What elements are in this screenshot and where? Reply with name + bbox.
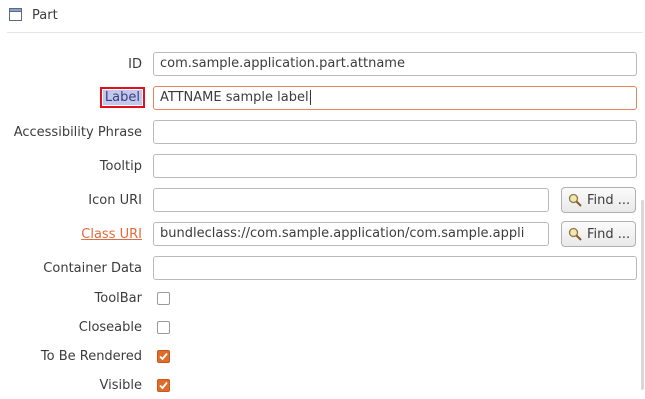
icon-uri-find-button[interactable]: Find ... [561, 187, 636, 213]
icon-uri-label: Icon URI [88, 193, 142, 208]
header-divider [7, 32, 643, 33]
accessibility-phrase-field[interactable] [153, 120, 637, 144]
class-uri-find-button[interactable]: Find ... [561, 221, 636, 247]
id-label: ID [128, 57, 142, 72]
toolbar-checkbox[interactable] [157, 292, 170, 305]
label-label: Label [99, 87, 146, 108]
part-title: Part [32, 8, 58, 23]
class-uri-find-label: Find ... [587, 226, 631, 242]
accessibility-phrase-label: Accessibility Phrase [13, 125, 142, 140]
window-icon [9, 8, 22, 21]
class-uri-link[interactable]: Class URI [81, 227, 142, 242]
visible-checkbox[interactable] [157, 379, 170, 392]
label-field-value: ATTNAME sample label [160, 90, 309, 105]
tooltip-label: Tooltip [99, 159, 142, 174]
to-be-rendered-checkbox[interactable] [157, 350, 170, 363]
id-field[interactable]: com.sample.application.part.attname [153, 52, 637, 76]
icon-uri-field[interactable] [153, 188, 549, 212]
checkmark-icon [159, 381, 168, 390]
checkmark-icon [159, 352, 168, 361]
to-be-rendered-label: To Be Rendered [40, 349, 142, 364]
class-uri-field[interactable]: bundleclass://com.sample.application/com… [153, 222, 549, 246]
container-data-field[interactable] [153, 256, 637, 280]
closeable-label: Closeable [78, 320, 142, 335]
visible-label: Visible [99, 378, 142, 393]
container-data-label: Container Data [43, 261, 142, 276]
tooltip-field[interactable] [153, 154, 637, 178]
part-header: Part [0, 0, 645, 32]
search-icon [568, 227, 582, 241]
icon-uri-find-label: Find ... [587, 192, 631, 208]
text-caret [309, 90, 311, 105]
toolbar-label: ToolBar [94, 291, 142, 306]
search-icon [568, 193, 582, 207]
vertical-scrollbar[interactable] [641, 200, 644, 390]
closeable-checkbox[interactable] [157, 321, 170, 334]
label-field[interactable]: ATTNAME sample label [153, 86, 637, 110]
